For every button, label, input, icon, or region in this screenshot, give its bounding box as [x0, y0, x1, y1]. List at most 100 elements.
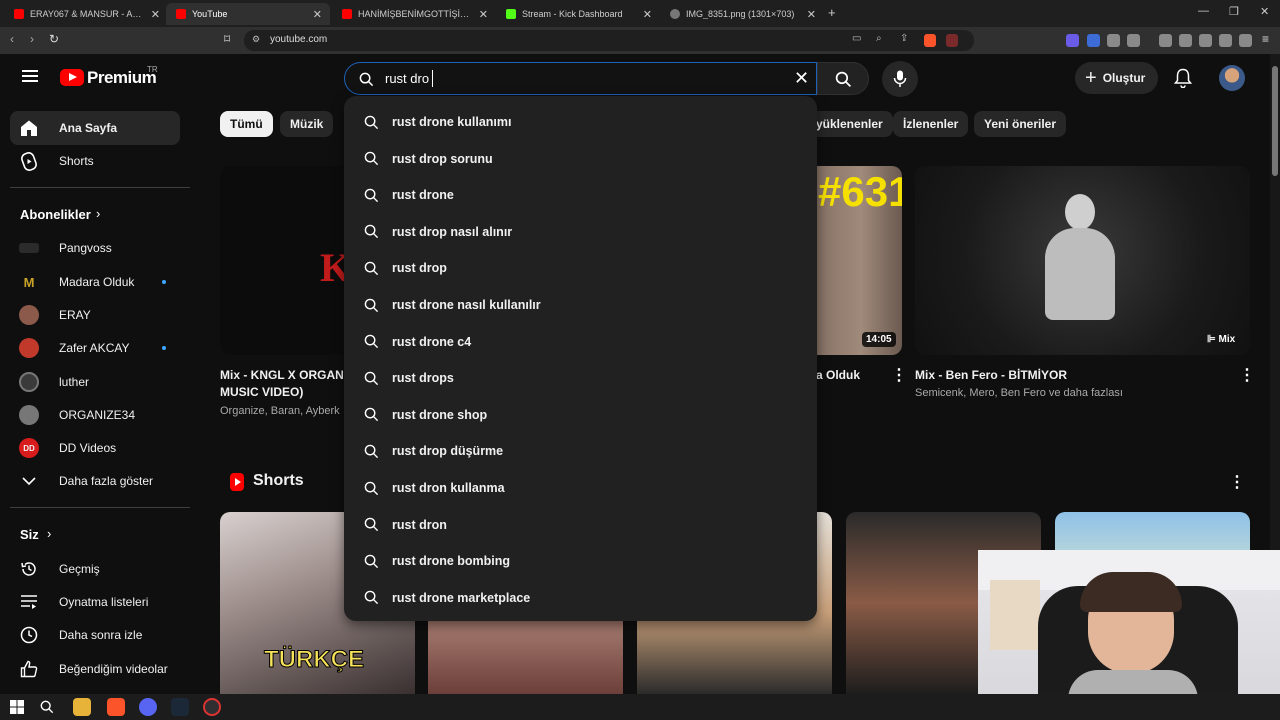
search-suggestion[interactable]: rust dron kullanma — [344, 470, 817, 506]
rewards-icon[interactable] — [946, 34, 958, 47]
brave-browser-icon[interactable] — [107, 698, 125, 716]
leo-icon[interactable] — [1219, 34, 1232, 47]
steam-icon[interactable] — [171, 698, 189, 716]
extension-icon[interactable] — [1127, 34, 1140, 47]
sidebar-item-liked-videos[interactable]: Beğendiğim videolar — [10, 652, 180, 686]
search-suggestion[interactable]: rust drone bombing — [344, 543, 817, 579]
chevron-right-icon[interactable]: › — [96, 206, 100, 221]
video-title[interactable]: Mix - Ben Fero - BİTMİYOR — [915, 367, 1067, 384]
browser-tab[interactable]: ERAY067 & MANSUR - ANNE - Yo ✕ — [4, 3, 168, 25]
close-icon[interactable]: ✕ — [313, 8, 322, 21]
close-icon[interactable]: ✕ — [643, 8, 652, 21]
vpn-icon[interactable] — [1239, 34, 1252, 47]
sidebar-item-home[interactable]: Ana Sayfa — [10, 111, 180, 145]
more-actions-icon[interactable]: ⋮ — [891, 365, 907, 385]
minimize-button[interactable]: — — [1198, 5, 1209, 17]
search-button[interactable] — [817, 62, 869, 95]
sidebar-item-history[interactable]: Geçmiş — [10, 552, 180, 586]
chip-watched[interactable]: İzlenenler — [893, 111, 969, 137]
chip-recently-uploaded[interactable]: yüklenenler — [806, 111, 893, 137]
search-input[interactable]: rust dro ✕ — [344, 62, 817, 95]
discord-icon[interactable] — [139, 698, 157, 716]
sidebar-item-playlists[interactable]: Oynatma listeleri — [10, 585, 180, 619]
create-button[interactable]: + Oluştur — [1075, 62, 1158, 94]
search-query[interactable]: rust dro — [385, 71, 429, 86]
video-title[interactable]: a Olduk — [816, 367, 860, 384]
account-avatar[interactable] — [1219, 65, 1245, 91]
search-icon[interactable] — [40, 700, 54, 714]
address-bar[interactable]: ⚙ youtube.com ▭ ⌕ ⇪ — [244, 30, 974, 51]
site-info-icon[interactable]: ⚙ — [252, 34, 260, 45]
search-suggestion[interactable]: rust drone shop — [344, 397, 817, 433]
cast-icon[interactable]: ▭ — [852, 33, 861, 44]
obs-icon[interactable] — [203, 698, 221, 716]
sidebar-item-subscription[interactable]: ORGANIZE34 — [10, 398, 180, 432]
logo-text[interactable]: Premium — [87, 68, 157, 88]
bookmark-icon[interactable]: ⌑ — [224, 32, 230, 46]
close-icon[interactable]: ✕ — [807, 8, 816, 21]
forward-icon[interactable]: › — [30, 32, 34, 46]
more-actions-icon[interactable]: ⋮ — [1239, 365, 1255, 385]
search-suggestion[interactable]: rust drop sorunu — [344, 141, 817, 177]
sidebar-show-more[interactable]: Daha fazla göster — [10, 464, 180, 498]
new-tab-button[interactable]: + — [828, 5, 836, 20]
browser-tab[interactable]: HANİMİŞBENİMGOTTİŞİM | Madara O ✕ — [332, 3, 496, 25]
sidebar-item-watch-later[interactable]: Daha sonra izle — [10, 618, 180, 652]
media-icon[interactable] — [1159, 34, 1172, 47]
chip-new-to-you[interactable]: Yeni öneriler — [974, 111, 1067, 137]
subscriptions-heading[interactable]: Abonelikler — [20, 207, 91, 222]
reload-icon[interactable]: ↻ — [49, 32, 59, 46]
video-channels[interactable]: Semicenk, Mero, Ben Fero ve daha fazlası — [915, 387, 1123, 399]
voice-search-button[interactable] — [882, 61, 918, 97]
extension-icon[interactable] — [1087, 34, 1100, 47]
close-icon[interactable]: ✕ — [479, 8, 488, 21]
sidebar-item-subscription[interactable]: DD DD Videos — [10, 431, 180, 465]
search-suggestion[interactable]: rust drone — [344, 177, 817, 213]
you-heading[interactable]: Siz — [20, 527, 39, 542]
search-suggestion[interactable]: rust drone c4 — [344, 324, 817, 360]
sidebar-item-subscription[interactable]: ERAY — [10, 298, 180, 332]
extension-icon[interactable] — [1066, 34, 1079, 47]
wallet-icon[interactable] — [1199, 34, 1212, 47]
sidebar-item-subscription[interactable]: Zafer AKCAY — [10, 331, 180, 365]
search-suggestion[interactable]: rust drops — [344, 360, 817, 396]
browser-tab[interactable]: IMG_8351.png (1301×703) ✕ — [660, 3, 824, 25]
youtube-logo-icon[interactable] — [60, 69, 84, 86]
brave-shield-icon[interactable] — [924, 34, 936, 47]
video-title[interactable]: Mix - KNGL X ORGAN MUSIC VIDEO) — [220, 367, 344, 401]
notifications-bell-icon[interactable] — [1174, 68, 1192, 88]
search-suggestion[interactable]: rust drop nasıl alınır — [344, 214, 817, 250]
browser-menu-icon[interactable]: ≡ — [1262, 32, 1269, 46]
back-icon[interactable]: ‹ — [10, 32, 14, 46]
chip-all[interactable]: Tümü — [220, 111, 273, 137]
hamburger-menu-icon[interactable] — [22, 70, 38, 82]
video-channels[interactable]: Organize, Baran, Ayberk — [220, 405, 340, 417]
sidebar-item-subscription[interactable]: luther — [10, 365, 180, 399]
search-suggestion[interactable]: rust dron — [344, 507, 817, 543]
close-icon[interactable]: ✕ — [151, 8, 160, 21]
clear-search-icon[interactable]: ✕ — [794, 68, 809, 89]
file-explorer-icon[interactable] — [73, 698, 91, 716]
search-suggestion[interactable]: rust drop düşürme — [344, 433, 817, 469]
share-icon[interactable]: ⇪ — [900, 33, 908, 44]
sidebar-toggle-icon[interactable] — [1179, 34, 1192, 47]
windows-start-icon[interactable] — [10, 700, 24, 714]
restore-button[interactable]: ❐ — [1229, 5, 1239, 18]
search-suggestion[interactable]: rust drop — [344, 250, 817, 286]
extension-icon[interactable] — [1107, 34, 1120, 47]
scrollbar-thumb[interactable] — [1272, 66, 1278, 176]
more-actions-icon[interactable]: ⋮ — [1229, 472, 1245, 492]
video-thumbnail[interactable]: ⊫ Mix — [915, 166, 1250, 355]
zoom-icon[interactable]: ⌕ — [876, 33, 882, 44]
sidebar-item-subscription[interactable]: Pangvoss — [10, 231, 180, 265]
search-suggestion[interactable]: rust drone marketplace — [344, 580, 817, 616]
sidebar-item-shorts[interactable]: Shorts — [10, 144, 180, 178]
browser-tab-active[interactable]: YouTube ✕ — [166, 3, 330, 25]
chevron-right-icon[interactable]: › — [47, 526, 51, 541]
search-suggestion[interactable]: rust drone nasıl kullanılır — [344, 287, 817, 323]
video-thumbnail[interactable]: K — [220, 166, 350, 355]
chip-music[interactable]: Müzik — [280, 111, 334, 137]
browser-tab[interactable]: Stream - Kick Dashboard ✕ — [496, 3, 660, 25]
sidebar-item-subscription[interactable]: M Madara Olduk — [10, 265, 180, 299]
search-suggestion[interactable]: rust drone kullanımı — [344, 104, 817, 140]
